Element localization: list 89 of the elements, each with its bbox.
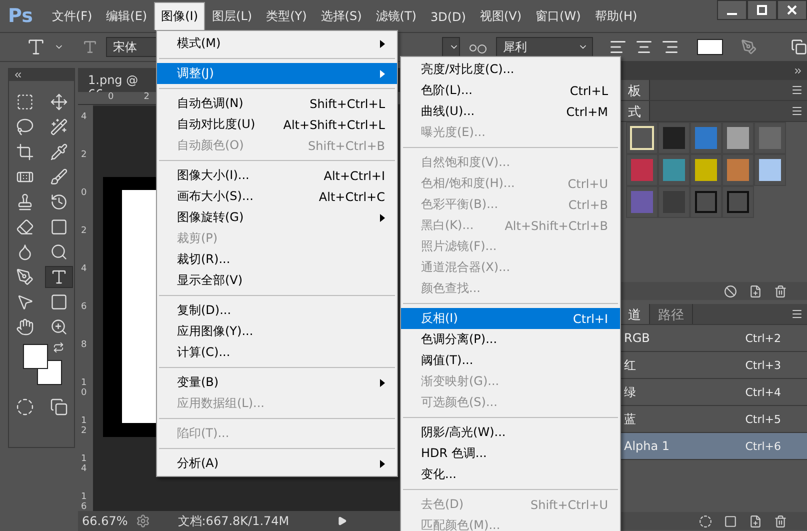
- menu-item[interactable]: 调整(J): [157, 63, 397, 84]
- eyedropper-icon: [50, 143, 68, 161]
- hand-icon: [16, 318, 34, 336]
- maximize-icon: [757, 5, 767, 15]
- menu-item[interactable]: 图像大小(I)... Alt+Ctrl+I: [157, 165, 397, 186]
- maximize-button[interactable]: [747, 0, 777, 20]
- brush-icon: [50, 168, 68, 186]
- panel-menu-icon[interactable]: [791, 84, 803, 96]
- pointer-icon: [16, 293, 34, 311]
- align-right-icon[interactable]: [661, 38, 679, 56]
- color-swatches-drawing[interactable]: [22, 344, 62, 386]
- mask-icon[interactable]: [724, 514, 737, 528]
- quick-mask-icon: [16, 398, 34, 416]
- menu-item[interactable]: 计算(C)...: [157, 342, 397, 363]
- panel-tab[interactable]: 式: [620, 101, 650, 121]
- menu-title[interactable]: 窗口(W): [528, 2, 588, 30]
- menu-item[interactable]: 画布大小(S)... Alt+Ctrl+C: [157, 186, 397, 207]
- menu-item[interactable]: 反相(I) Ctrl+I: [401, 308, 620, 329]
- menu-item[interactable]: 色调分离(P)...: [401, 329, 620, 350]
- rectangle-icon: [50, 293, 68, 311]
- menu-title[interactable]: 3D(D): [423, 4, 473, 28]
- size-dropdown[interactable]: [442, 37, 460, 57]
- zoom-level: 66.67%: [82, 514, 128, 528]
- menu-item[interactable]: 分析(A): [157, 453, 397, 474]
- menu-title[interactable]: 帮助(H): [588, 2, 644, 30]
- settings-icon[interactable]: [136, 514, 150, 528]
- type-icon: [50, 268, 68, 286]
- minimize-button[interactable]: [717, 0, 747, 20]
- lasso-icon: [16, 118, 34, 136]
- tool-button[interactable]: [44, 266, 72, 288]
- menu-item[interactable]: 裁切(R)...: [157, 249, 397, 270]
- trash-icon[interactable]: [774, 514, 787, 528]
- menu-item[interactable]: 应用图像(Y)...: [157, 321, 397, 342]
- panel-tab[interactable]: 道: [620, 304, 650, 324]
- align-center-icon[interactable]: [635, 38, 653, 56]
- type-icon[interactable]: [26, 37, 46, 57]
- menu-item[interactable]: 变化...: [401, 464, 620, 485]
- menu-title[interactable]: 编辑(E): [99, 2, 154, 30]
- channel-row[interactable]: Alpha 1 Ctrl+6: [620, 433, 807, 460]
- panel-menu-icon[interactable]: [791, 105, 803, 117]
- marquee-icon: [16, 93, 34, 111]
- document-size: 文档:667.8K/1.74M: [178, 512, 290, 530]
- menu-item[interactable]: 图像旋转(G): [157, 207, 397, 228]
- trash-icon[interactable]: [774, 284, 787, 298]
- menu-item[interactable]: HDR 色调...: [401, 443, 620, 464]
- menu-item[interactable]: 阴影/高光(W)...: [401, 422, 620, 443]
- text-orientation-icon[interactable]: [82, 39, 98, 55]
- move-icon: [50, 93, 68, 111]
- new-channel-icon[interactable]: [749, 514, 762, 528]
- align-left-icon[interactable]: [609, 38, 627, 56]
- antialias-select[interactable]: 犀利: [496, 37, 593, 57]
- menu-title[interactable]: 图像(I): [154, 2, 206, 30]
- crop-icon: [16, 143, 34, 161]
- app-logo: Ps: [8, 5, 33, 27]
- zoom-icon: [50, 318, 68, 336]
- panel-toggle-icon[interactable]: [791, 39, 807, 55]
- menu-title[interactable]: 选择(S): [314, 2, 369, 30]
- menu-item[interactable]: 显示全部(V): [157, 270, 397, 291]
- stamp-icon: [16, 193, 34, 211]
- menu-title[interactable]: 滤镜(T): [368, 2, 424, 30]
- menu-title[interactable]: 文件(F): [44, 2, 100, 30]
- new-style-icon[interactable]: [749, 284, 762, 298]
- menu-item[interactable]: 亮度/对比度(C)...: [401, 59, 620, 80]
- warp-text-icon[interactable]: [741, 39, 757, 55]
- expand-icon[interactable]: [793, 66, 803, 76]
- menu-title[interactable]: 视图(V): [472, 2, 529, 30]
- magnifier-icon: [50, 243, 68, 261]
- menu-title[interactable]: 图层(L): [205, 2, 260, 30]
- text-color-swatch[interactable]: [697, 39, 723, 55]
- close-button[interactable]: [777, 0, 807, 20]
- selection-icon[interactable]: [699, 514, 712, 528]
- pen-icon: [16, 268, 34, 286]
- screen-mode-icon: [50, 398, 68, 416]
- magic-wand-icon: [50, 118, 68, 136]
- panel-tab[interactable]: 路径: [650, 304, 693, 324]
- menu-item[interactable]: 复制(D)...: [157, 300, 397, 321]
- menu-item[interactable]: 变量(B): [157, 372, 397, 393]
- eraser-icon: [16, 218, 34, 236]
- clear-style-icon[interactable]: [724, 284, 737, 298]
- swap-colors-icon[interactable]: [52, 342, 64, 353]
- minimize-icon: [727, 13, 737, 15]
- menu-item[interactable]: 自动对比度(U) Alt+Shift+Ctrl+L: [157, 114, 397, 135]
- panel-menu-icon[interactable]: [791, 308, 803, 320]
- menu-title[interactable]: 类型(Y): [259, 2, 314, 30]
- menu-item[interactable]: 阈值(T)...: [401, 350, 620, 371]
- collapse-icon[interactable]: [13, 70, 23, 80]
- play-icon[interactable]: [337, 516, 348, 526]
- panel-tab[interactable]: 板: [620, 80, 650, 100]
- close-icon: [787, 5, 797, 15]
